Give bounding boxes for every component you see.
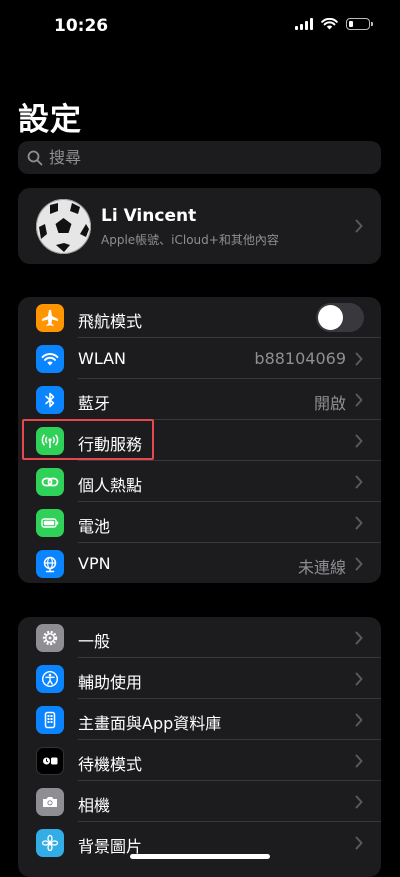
profile-name: Li Vincent (101, 206, 197, 226)
camera-icon (36, 788, 64, 816)
settings-row-standby[interactable]: 待機模式 (18, 740, 381, 781)
globe-icon (36, 550, 64, 578)
airplane-icon (36, 304, 64, 332)
chevron-right-icon (355, 672, 363, 686)
status-time: 10:26 (54, 16, 109, 36)
chevron-right-icon (355, 631, 363, 645)
accessibility-icon (36, 665, 64, 693)
chevron-right-icon (355, 393, 363, 407)
page-title: 設定 (18, 102, 82, 138)
row-label: 相機 (78, 796, 111, 815)
wifi-icon (36, 345, 64, 373)
gear-icon (36, 624, 64, 652)
status-icons (295, 18, 373, 30)
chevron-right-icon (355, 795, 363, 809)
row-label: 藍牙 (78, 394, 111, 413)
status-bar: 10:26 (0, 0, 400, 54)
settings-row-home-screen[interactable]: 主畫面與App資料庫 (18, 699, 381, 740)
row-label: 主畫面與App資料庫 (78, 714, 222, 733)
search-input[interactable] (49, 148, 349, 167)
search-icon (27, 150, 43, 165)
settings-row-personal-hotspot[interactable]: 個人熱點 (18, 461, 381, 502)
link-icon (36, 468, 64, 496)
chevron-right-icon (355, 434, 363, 448)
row-value: 開啟 (313, 394, 346, 413)
row-label: 飛航模式 (78, 312, 143, 331)
row-label: WLAN (78, 349, 127, 368)
settings-row-accessibility[interactable]: 輔助使用 (18, 658, 381, 699)
chevron-right-icon (355, 557, 363, 571)
standby-icon (36, 747, 64, 775)
home-indicator (130, 854, 270, 859)
chevron-right-icon (355, 352, 363, 366)
settings-row-bluetooth[interactable]: 藍牙 開啟 (18, 379, 381, 420)
settings-row-vpn[interactable]: VPN 未連線 (18, 543, 381, 583)
row-label: 一般 (78, 632, 111, 651)
avatar (36, 199, 91, 254)
chevron-right-icon (355, 713, 363, 727)
battery-icon (36, 509, 64, 537)
home-screen-icon (36, 706, 64, 734)
chevron-right-icon (355, 219, 363, 233)
flower-icon (36, 829, 64, 857)
row-value: b88104069 (254, 349, 346, 368)
highlight-box (22, 419, 154, 460)
cellular-signal-icon (295, 18, 313, 30)
settings-row-camera[interactable]: 相機 (18, 781, 381, 822)
chevron-right-icon (355, 754, 363, 768)
settings-row-airplane-mode[interactable]: 飛航模式 (18, 297, 381, 338)
settings-row-wlan[interactable]: WLAN b88104069 (18, 338, 381, 379)
row-label: 待機模式 (78, 755, 143, 774)
wifi-status-icon (321, 18, 338, 30)
settings-row-battery[interactable]: 電池 (18, 502, 381, 543)
chevron-right-icon (355, 475, 363, 489)
row-label: VPN (78, 554, 111, 573)
airplane-mode-toggle[interactable] (316, 303, 364, 332)
chevron-right-icon (355, 516, 363, 530)
profile-subtitle: Apple帳號、iCloud+和其他內容 (101, 233, 279, 247)
general-group: 一般 輔助使用 主畫面與App資料庫 待機模式 相機 背景圖片 (18, 617, 381, 877)
settings-row-general[interactable]: 一般 (18, 617, 381, 658)
apple-account-card[interactable]: Li Vincent Apple帳號、iCloud+和其他內容 (18, 188, 381, 264)
row-value: 未連線 (297, 558, 346, 577)
bluetooth-icon (36, 386, 64, 414)
battery-status-icon (346, 18, 373, 30)
chevron-right-icon (355, 836, 363, 850)
search-bar[interactable] (18, 141, 381, 174)
row-label: 個人熱點 (78, 476, 143, 495)
row-label: 電池 (78, 517, 111, 536)
row-label: 輔助使用 (78, 673, 143, 692)
